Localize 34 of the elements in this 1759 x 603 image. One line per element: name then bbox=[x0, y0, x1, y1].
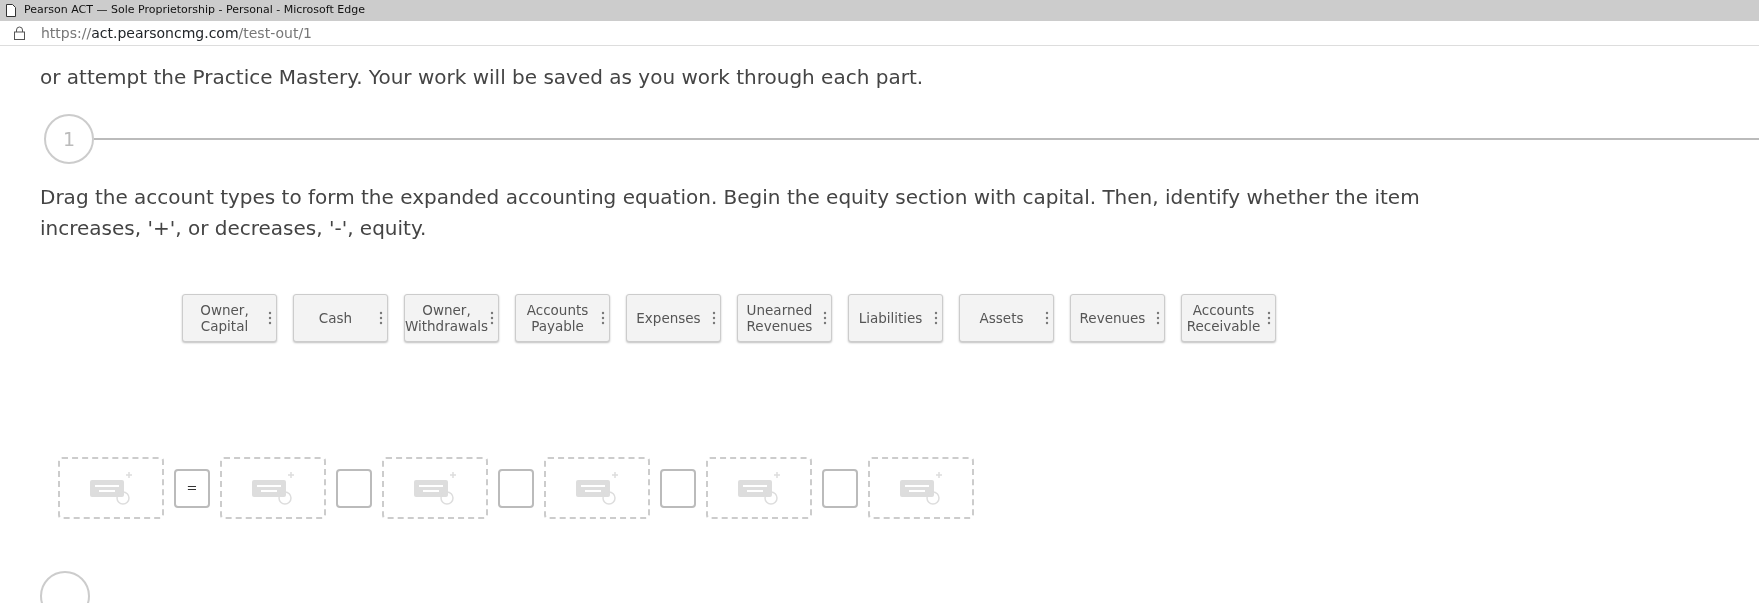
drag-handle-icon[interactable] bbox=[1045, 311, 1049, 325]
account-chip[interactable]: Expenses bbox=[626, 294, 721, 342]
lock-icon bbox=[14, 26, 25, 40]
window-title: Pearson ACT — Sole Proprietorship - Personal - Microsoft Edge bbox=[24, 2, 365, 19]
drop-card-icon bbox=[251, 471, 295, 505]
drag-handle-icon[interactable] bbox=[379, 311, 383, 325]
address-bar[interactable]: https://act.pearsoncmg.com/test-out/1 bbox=[41, 22, 312, 44]
drag-handle-icon[interactable] bbox=[1156, 311, 1160, 325]
instruction-text: or attempt the Practice Mastery. Your work will be saved as you work through each part. bbox=[40, 64, 925, 90]
account-chip[interactable]: Accounts Payable bbox=[515, 294, 610, 342]
account-chip[interactable]: Assets bbox=[959, 294, 1054, 342]
drop-card-icon bbox=[413, 471, 457, 505]
drag-handle-icon[interactable] bbox=[490, 311, 494, 325]
drag-handle-icon[interactable] bbox=[823, 311, 827, 325]
page-icon bbox=[6, 4, 16, 17]
drag-handle-icon[interactable] bbox=[712, 311, 716, 325]
account-chip[interactable]: Accounts Receivable bbox=[1181, 294, 1276, 342]
operator-box[interactable]: = bbox=[174, 468, 210, 508]
drag-handle-icon[interactable] bbox=[601, 311, 605, 325]
account-chip[interactable]: Liabilities bbox=[848, 294, 943, 342]
drop-card-icon bbox=[899, 471, 943, 505]
account-chip[interactable]: Owner, Withdrawals bbox=[404, 294, 499, 342]
drag-handle-icon[interactable] bbox=[268, 311, 272, 325]
step-number: 1 bbox=[44, 114, 94, 164]
drag-handle-icon[interactable] bbox=[934, 311, 938, 325]
drop-card-icon bbox=[737, 471, 781, 505]
account-chip[interactable]: Cash bbox=[293, 294, 388, 342]
drop-card-icon bbox=[89, 471, 133, 505]
account-chip[interactable]: Owner, Capital bbox=[182, 294, 277, 342]
question-text: Drag the account types to form the expanded accounting equation. Begin the equity section with capital. Then, identify whether the item increases, '+', or decreases, '-', equity. bbox=[40, 184, 1421, 242]
drag-handle-icon[interactable] bbox=[1267, 311, 1271, 325]
account-chip[interactable]: Revenues bbox=[1070, 294, 1165, 342]
account-chip[interactable]: Unearned Revenues bbox=[737, 294, 832, 342]
drop-card-icon bbox=[575, 471, 619, 505]
